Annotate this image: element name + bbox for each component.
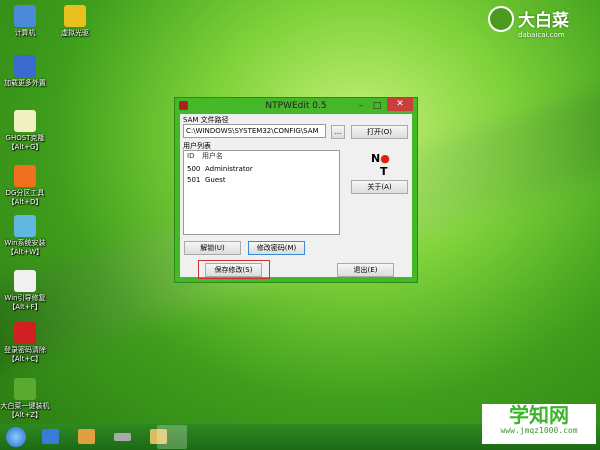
unlock-button[interactable]: 解锁(U) (184, 241, 241, 255)
ntpwedit-icon (14, 322, 36, 344)
desktop-icon-label: 加载更多外置 (4, 79, 46, 87)
browse-button[interactable]: ... (331, 125, 345, 139)
repair-icon (14, 270, 36, 292)
cabbage-icon (488, 6, 514, 32)
desktop-icon-label: 登录密码清除 (4, 346, 46, 354)
ghost-icon (14, 110, 36, 132)
desktop-icon-hotkey: 【Alt+C】 (7, 355, 43, 363)
desktop-icon[interactable]: GHOST克隆 【Alt+G】 (0, 110, 50, 152)
desktop-icon-label: DG分区工具 (5, 189, 45, 197)
computer-icon (14, 5, 36, 27)
logo-title: 大白菜 (518, 11, 569, 31)
app-icon (179, 101, 188, 110)
close-button[interactable]: ✕ (387, 98, 413, 111)
partition-icon (14, 165, 36, 187)
ntpwedit-window: NTPWEdit 0.5 – □ ✕ SAM 文件路径 C:\WINDOWS\S… (174, 97, 418, 283)
desktop-icon-hotkey: 【Alt+Z】 (7, 411, 43, 419)
window-title: NTPWEdit 0.5 (265, 101, 327, 111)
install-icon (14, 215, 36, 237)
user-name: Guest (205, 176, 226, 184)
user-id: 501 (187, 176, 201, 184)
column-id[interactable]: ID (184, 151, 202, 162)
user-id: 500 (187, 165, 201, 173)
desktop-icon-label: Win引导修复 (4, 294, 46, 302)
desktop-icon-label: Win系统安装 (4, 239, 46, 247)
desktop-icon[interactable]: 大白菜一键装机 【Alt+Z】 (0, 378, 50, 420)
desktop-icon[interactable]: 计算机 (0, 5, 50, 38)
desktop-icon-hotkey: 【Alt+D】 (7, 198, 43, 206)
taskbar-tools-icon[interactable] (78, 429, 95, 444)
grid-icon (14, 55, 36, 77)
logo-subtitle: dabaicai.com (518, 31, 565, 39)
watermark-title: 学知网 (509, 403, 569, 427)
watermark-url: www.jmqz1000.com (500, 426, 578, 435)
start-button-icon[interactable] (6, 427, 26, 447)
taskbar-monitor-icon[interactable] (42, 429, 59, 444)
desktop-icon[interactable]: DG分区工具 【Alt+D】 (0, 165, 50, 207)
desktop-icon[interactable]: 虚拟光驱 (50, 5, 100, 38)
desktop-icon-label: GHOST克隆 (5, 134, 45, 142)
sam-path-input[interactable]: C:\WINDOWS\SYSTEM32\CONFIG\SAM (183, 124, 326, 138)
minimize-button[interactable]: – (353, 98, 369, 114)
desktop-icon-label: 虚拟光驱 (61, 29, 89, 37)
maximize-button[interactable]: □ (369, 98, 385, 114)
open-button[interactable]: 打开(O) (351, 125, 408, 139)
save-button[interactable]: 保存修改(S) (205, 263, 262, 277)
table-row[interactable]: 501 Guest (184, 175, 339, 186)
user-list[interactable]: ID 用户名 500 Administrator 501 Guest (183, 150, 340, 235)
desktop-icon-hotkey: 【Alt+F】 (8, 303, 42, 311)
desktop-icon[interactable]: Win系统安装 【Alt+W】 (0, 215, 50, 257)
ntpwedit-logo-icon: N● T (371, 152, 390, 178)
desktop-icon[interactable]: 加载更多外置 (0, 55, 50, 88)
disc-icon (64, 5, 86, 27)
exit-button[interactable]: 退出(E) (337, 263, 394, 277)
taskbar-ntpwedit-icon[interactable] (157, 425, 187, 449)
desktop-icon-hotkey: 【Alt+G】 (7, 143, 43, 151)
desktop-icon[interactable]: Win引导修复 【Alt+F】 (0, 270, 50, 312)
column-username[interactable]: 用户名 (202, 151, 223, 162)
title-bar[interactable]: NTPWEdit 0.5 – □ ✕ (175, 98, 417, 114)
dabaicai-icon (14, 378, 36, 400)
table-row[interactable]: 500 Administrator (184, 164, 339, 175)
desktop-icon-label: 大白菜一键装机 (0, 402, 50, 410)
user-name: Administrator (205, 165, 253, 173)
window-body: SAM 文件路径 C:\WINDOWS\SYSTEM32\CONFIG\SAM … (180, 114, 412, 279)
about-button[interactable]: 关于(A) (351, 180, 408, 194)
dabaicai-logo: 大白菜 dabaicai.com (488, 6, 569, 39)
watermark: 学知网 www.jmqz1000.com (482, 404, 596, 444)
desktop-icon[interactable]: 登录密码清除 【Alt+C】 (0, 322, 50, 364)
desktop-icon-hotkey: 【Alt+W】 (6, 248, 44, 256)
desktop-icon-label: 计算机 (14, 29, 36, 37)
taskbar-drive-icon[interactable] (114, 433, 131, 441)
change-password-button[interactable]: 修改密码(M) (248, 241, 305, 255)
